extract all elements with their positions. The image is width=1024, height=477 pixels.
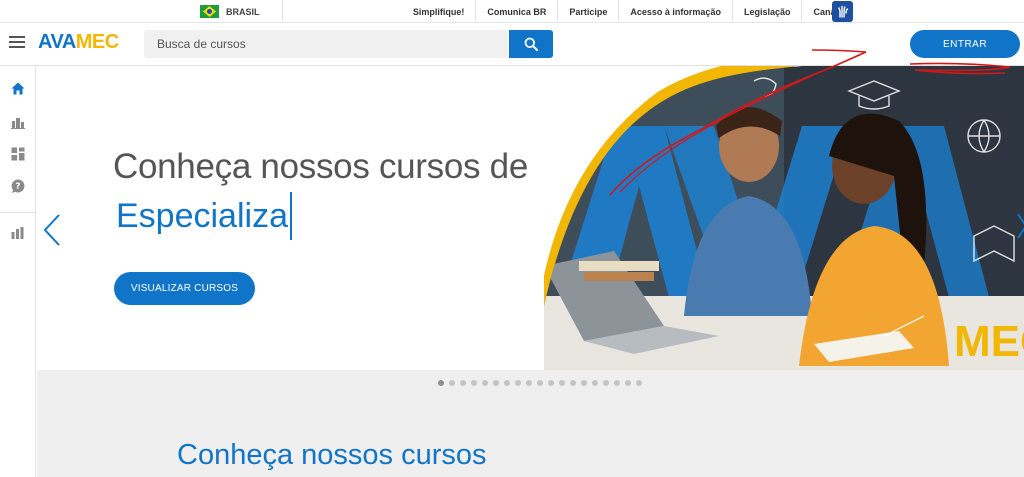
hero-illustration: MEC — [544, 66, 1024, 370]
brazil-flag-icon — [200, 5, 219, 18]
section-title: Conheça nossos cursos — [177, 439, 487, 471]
carousel-dot[interactable] — [559, 380, 565, 386]
carousel-dot[interactable] — [548, 380, 554, 386]
hero-carousel: Conheça nossos cursos de Especializa VIS… — [37, 66, 1024, 370]
help-icon[interactable]: ? — [10, 178, 26, 194]
carousel-dot[interactable] — [592, 380, 598, 386]
gov-link-simplifique[interactable]: Simplifique! — [402, 0, 476, 23]
search-icon — [524, 37, 538, 51]
sidebar: ? — [0, 66, 36, 477]
carousel-dot[interactable] — [570, 380, 576, 386]
hero-title: Conheça nossos cursos de — [113, 147, 528, 186]
carousel-dot[interactable] — [471, 380, 477, 386]
carousel-dot[interactable] — [614, 380, 620, 386]
search-input[interactable] — [144, 30, 508, 58]
avamec-logo[interactable]: AVAMEC — [38, 31, 119, 54]
hero-typed-text: Especializa — [116, 192, 292, 240]
svg-text:?: ? — [15, 182, 20, 192]
search-button[interactable] — [509, 30, 553, 58]
gov-link-legislacao[interactable]: Legislação — [731, 0, 802, 23]
vlibras-accessibility-icon[interactable] — [832, 1, 853, 22]
carousel-dot[interactable] — [460, 380, 466, 386]
carousel-dot[interactable] — [504, 380, 510, 386]
gov-bar: BRASIL Simplifique! Comunica BR Particip… — [0, 0, 1024, 23]
login-button[interactable]: ENTRAR — [910, 30, 1020, 58]
catalog-icon[interactable] — [10, 146, 26, 162]
gov-brasil-link[interactable]: BRASIL — [200, 0, 283, 23]
typing-caret — [289, 192, 292, 240]
logo-text-mec: MEC — [75, 31, 119, 53]
main-header: AVAMEC ENTRAR — [0, 23, 1024, 66]
carousel-dot[interactable] — [537, 380, 543, 386]
courses-section: Conheça nossos cursos — [37, 370, 1024, 477]
stats-icon[interactable] — [10, 225, 26, 241]
gov-link-participe[interactable]: Participe — [557, 0, 618, 23]
institutions-icon[interactable] — [10, 114, 26, 130]
gov-link-acesso-informacao[interactable]: Acesso à informação — [618, 0, 732, 23]
carousel-dot[interactable] — [449, 380, 455, 386]
carousel-dot[interactable] — [493, 380, 499, 386]
gov-links: Simplifique! Comunica BR Participe Acess… — [402, 0, 854, 23]
carousel-dot[interactable] — [482, 380, 488, 386]
carousel-dot[interactable] — [515, 380, 521, 386]
logo-text-ava: AVA — [38, 31, 76, 53]
gov-brasil-label: BRASIL — [226, 6, 260, 17]
carousel-dot[interactable] — [603, 380, 609, 386]
view-courses-button[interactable]: VISUALIZAR CURSOS — [114, 272, 255, 305]
gov-link-comunica-br[interactable]: Comunica BR — [475, 0, 557, 23]
carousel-dot[interactable] — [625, 380, 631, 386]
carousel-dot[interactable] — [636, 380, 642, 386]
carousel-prev-icon[interactable] — [43, 213, 61, 252]
home-icon[interactable] — [10, 80, 26, 96]
carousel-dot[interactable] — [438, 380, 444, 386]
carousel-dot[interactable] — [581, 380, 587, 386]
sidebar-divider — [0, 212, 36, 213]
menu-icon[interactable] — [9, 36, 25, 48]
carousel-dot[interactable] — [526, 380, 532, 386]
hero-art-mec-text: MEC — [954, 317, 1024, 366]
carousel-dots — [438, 380, 642, 386]
hero-typed-word: Especializa — [116, 196, 288, 235]
